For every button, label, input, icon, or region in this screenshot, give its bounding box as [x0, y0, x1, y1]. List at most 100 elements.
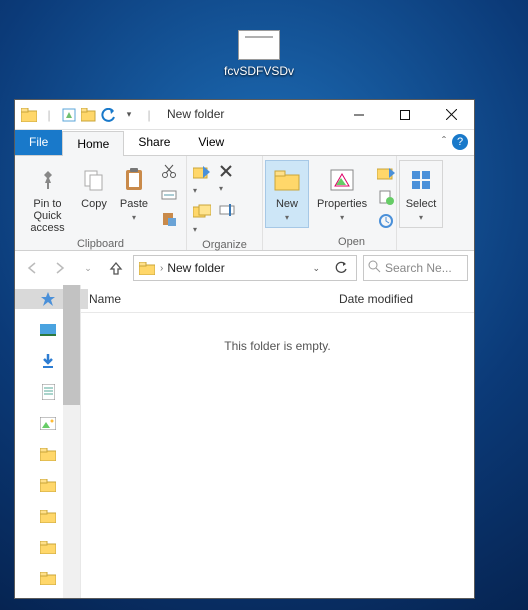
desktop-shortcut-label: fcvSDFVSDv — [214, 64, 304, 78]
properties-icon — [326, 164, 358, 196]
delete-icon[interactable]: ▾ — [219, 164, 233, 198]
nav-downloads[interactable] — [39, 351, 64, 371]
select-dropdown-icon[interactable]: ▾ — [419, 212, 423, 224]
empty-folder-text: This folder is empty. — [81, 313, 474, 353]
refresh-button[interactable] — [330, 257, 352, 279]
edit-icon[interactable] — [375, 188, 397, 206]
desktop-icon — [39, 321, 57, 339]
breadcrumb[interactable]: New folder — [167, 261, 224, 275]
group-clipboard-label: Clipboard — [21, 236, 180, 252]
new-label: New — [276, 198, 298, 210]
pin-label: Pin to Quick access — [25, 198, 70, 234]
folder-icon — [138, 259, 156, 277]
column-date[interactable]: Date modified — [331, 292, 421, 306]
copy-path-icon[interactable] — [158, 186, 180, 204]
explorer-body: ˆ Name Date modified This folder is empt… — [15, 285, 474, 598]
quick-access-icon — [39, 290, 57, 308]
search-placeholder: Search Ne... — [385, 261, 452, 275]
qat-customize-dropdown[interactable]: ▾ — [119, 104, 139, 126]
pictures-icon — [39, 414, 57, 432]
up-button[interactable] — [105, 257, 127, 279]
file-icon — [238, 30, 280, 60]
ribbon-group-new: New ▾ — [263, 156, 307, 250]
file-explorer-window: | ▾ | New folder File Home Share View ˆ … — [14, 99, 475, 599]
move-to-icon[interactable]: ▾ — [193, 164, 211, 198]
nav-folder-4[interactable] — [39, 537, 64, 557]
spacer — [265, 246, 305, 250]
nav-documents[interactable] — [39, 382, 64, 402]
column-headers: ˆ Name Date modified — [81, 285, 474, 313]
divider-icon: | — [39, 104, 59, 126]
nav-desktop[interactable] — [39, 320, 64, 340]
sort-indicator-icon: ˆ — [201, 285, 204, 292]
paste-button[interactable]: Paste ▾ — [114, 162, 154, 226]
file-list: ˆ Name Date modified This folder is empt… — [81, 285, 474, 598]
recent-locations-dropdown[interactable]: ⌄ — [77, 257, 99, 279]
desktop-shortcut[interactable]: fcvSDFVSDv — [214, 30, 304, 78]
cut-icon[interactable] — [158, 162, 180, 180]
ribbon-tabs: File Home Share View ˆ ? — [15, 130, 474, 155]
window-controls — [336, 100, 474, 129]
address-dropdown-icon[interactable]: ⌄ — [306, 263, 326, 274]
column-name[interactable]: Name — [81, 292, 331, 306]
navigation-pane[interactable] — [15, 285, 81, 598]
qat-newfolder-icon[interactable] — [79, 104, 99, 126]
help-icon[interactable]: ? — [452, 134, 468, 150]
nav-pictures[interactable] — [39, 413, 64, 433]
address-bar[interactable]: › New folder ⌄ — [133, 255, 357, 281]
qat-properties-icon[interactable] — [59, 104, 79, 126]
copy-button[interactable]: Copy — [74, 162, 114, 212]
folder-icon — [39, 476, 57, 494]
select-label: Select — [406, 198, 437, 210]
tab-file[interactable]: File — [15, 130, 62, 155]
breadcrumb-separator-icon[interactable]: › — [160, 263, 163, 274]
tab-view[interactable]: View — [184, 130, 238, 155]
select-button[interactable]: Select ▾ — [399, 160, 443, 228]
new-folder-icon — [271, 164, 303, 196]
open-icon[interactable] — [375, 164, 397, 182]
paste-dropdown-icon[interactable]: ▾ — [132, 212, 136, 224]
divider-icon: | — [139, 104, 159, 126]
pin-icon — [32, 164, 64, 196]
forward-button[interactable] — [49, 257, 71, 279]
maximize-button[interactable] — [382, 100, 428, 129]
history-icon[interactable] — [375, 212, 397, 230]
ribbon: Pin to Quick access Copy Paste ▾ Clipbo — [15, 155, 474, 251]
ribbon-group-clipboard: Pin to Quick access Copy Paste ▾ Clipbo — [15, 156, 187, 250]
nav-folder-2[interactable] — [39, 475, 64, 495]
copy-to-icon[interactable]: ▾ — [193, 203, 211, 237]
folder-icon — [39, 569, 57, 587]
spacer2 — [399, 246, 443, 250]
properties-button[interactable]: Properties ▾ — [313, 162, 371, 226]
tab-share[interactable]: Share — [124, 130, 184, 155]
paste-shortcut-icon[interactable] — [158, 210, 180, 228]
rename-icon[interactable] — [219, 203, 237, 237]
tab-home[interactable]: Home — [62, 131, 124, 156]
search-icon — [368, 260, 381, 276]
collapse-ribbon-icon[interactable]: ˆ — [442, 134, 446, 148]
new-dropdown-icon[interactable]: ▾ — [285, 212, 289, 224]
group-open-label: Open — [313, 234, 390, 250]
open-mini-buttons — [375, 164, 397, 230]
nav-scrollbar-thumb[interactable] — [63, 285, 80, 405]
ribbon-group-organize: ▾ ▾ ▾ Organize — [187, 156, 263, 250]
qat-folder-icon[interactable] — [19, 104, 39, 126]
new-button[interactable]: New ▾ — [265, 160, 309, 228]
folder-icon — [39, 538, 57, 556]
documents-icon — [39, 383, 57, 401]
search-input[interactable]: Search Ne... — [363, 255, 468, 281]
paste-label: Paste — [120, 198, 148, 210]
back-button[interactable] — [21, 257, 43, 279]
properties-dropdown-icon[interactable]: ▾ — [340, 212, 344, 224]
clipboard-mini-buttons — [158, 162, 180, 228]
copy-icon — [78, 164, 110, 196]
nav-folder-1[interactable] — [39, 444, 64, 464]
copy-label: Copy — [81, 198, 107, 210]
pin-to-quick-access-button[interactable]: Pin to Quick access — [21, 162, 74, 236]
nav-folder-3[interactable] — [39, 506, 64, 526]
qat-undo-icon[interactable] — [99, 104, 119, 126]
close-button[interactable] — [428, 100, 474, 129]
minimize-button[interactable] — [336, 100, 382, 129]
nav-folder-5[interactable] — [39, 568, 64, 588]
address-bar-row: ⌄ › New folder ⌄ Search Ne... — [15, 251, 474, 285]
